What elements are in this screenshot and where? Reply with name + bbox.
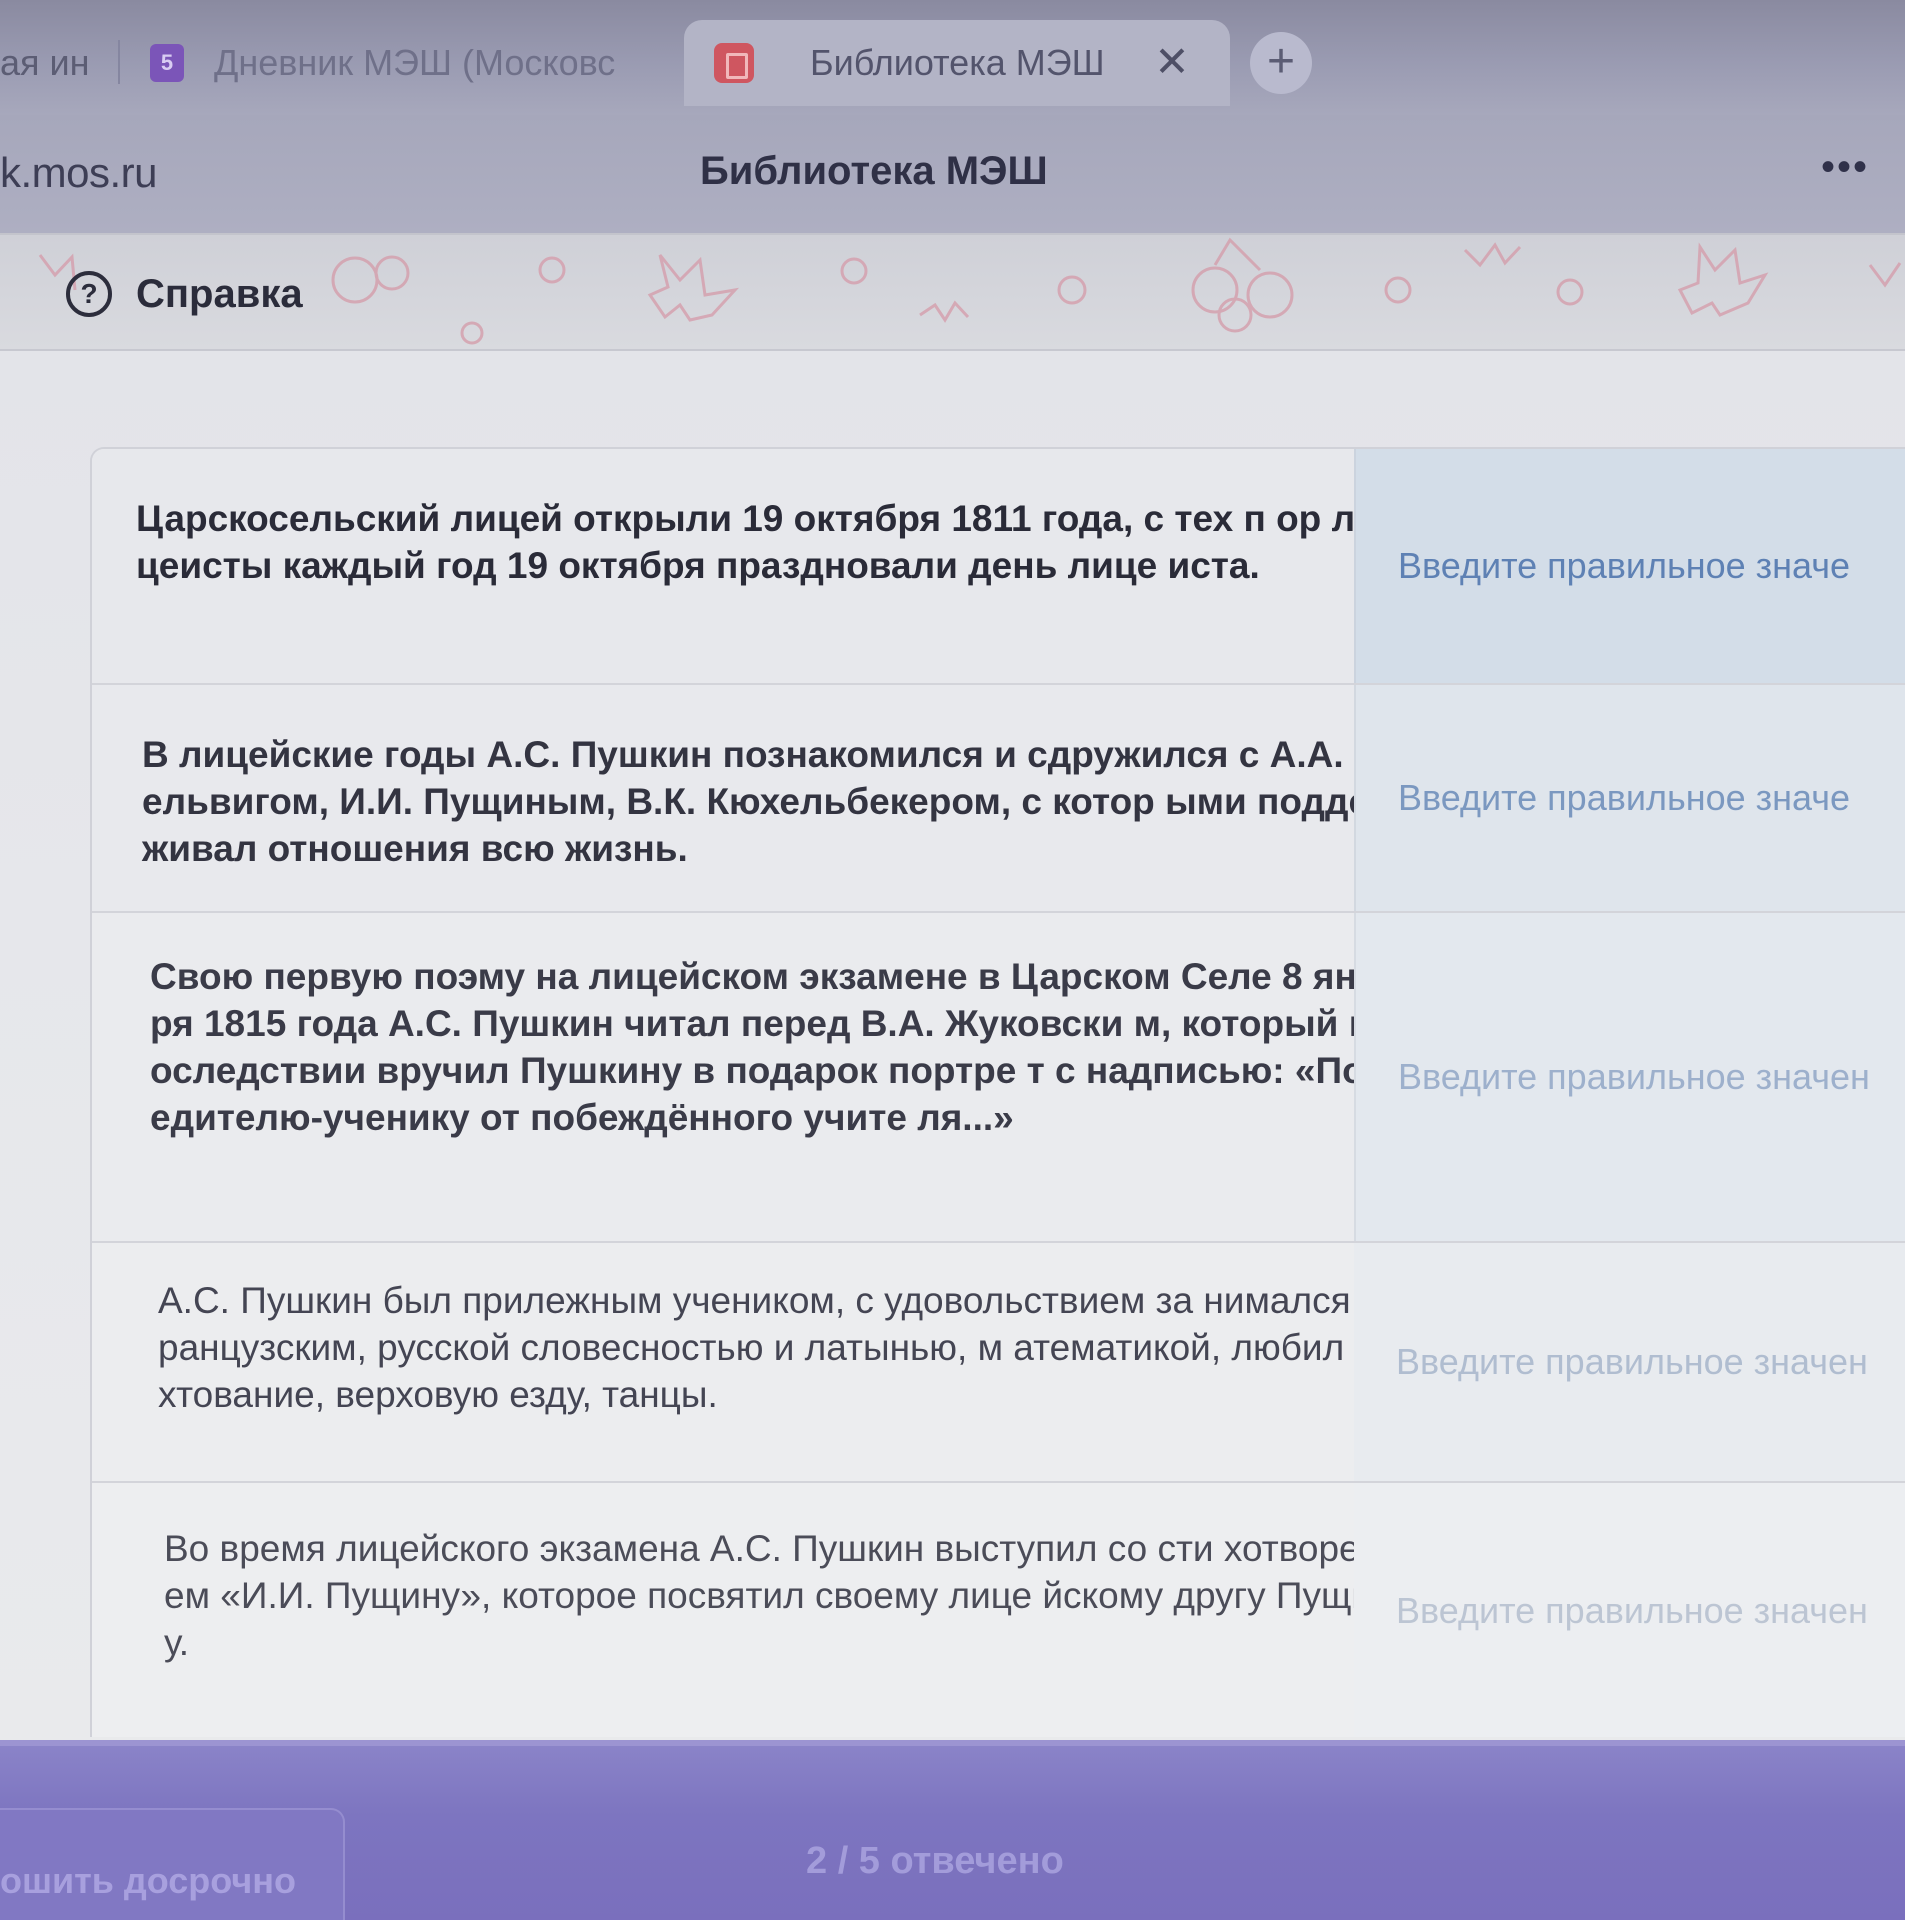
dot-icon: [538, 256, 566, 284]
answer-input[interactable]: [1356, 685, 1905, 911]
berry-icon: [331, 256, 379, 304]
tab-label: Библиотека МЭШ: [810, 42, 1105, 83]
dot-icon: [840, 257, 868, 285]
tab-library-active[interactable]: Библиотека МЭШ ✕: [684, 20, 1230, 106]
task-row: Царскосельский лицей открыли 19 октября …: [92, 449, 1905, 685]
maple-leaf-icon: [1677, 242, 1769, 317]
finish-early-label: ошить досрочно: [0, 1860, 296, 1901]
answer-input[interactable]: [1354, 1243, 1905, 1481]
task-table: Царскосельский лицей открыли 19 октября …: [90, 447, 1905, 1737]
new-tab-button[interactable]: +: [1250, 32, 1312, 94]
diary-favicon-icon: 5: [150, 44, 184, 82]
task-row: В лицейские годы А.С. Пушкин познакомилс…: [92, 685, 1905, 913]
task-statement: Во время лицейского экзамена А.С. Пушкин…: [164, 1528, 1401, 1663]
answer-input[interactable]: [1356, 913, 1905, 1241]
tab-divider: [118, 40, 120, 84]
answer-cell[interactable]: [1354, 913, 1905, 1241]
dot-icon: [1556, 278, 1584, 306]
berry-icon: [374, 255, 410, 291]
leaf-icon: [919, 300, 970, 323]
tab-label: Дневник МЭШ (Московс: [214, 42, 616, 83]
stem-icon: [1213, 237, 1262, 272]
leaf-icon: [1463, 242, 1522, 268]
more-menu-icon[interactable]: •••: [1821, 145, 1869, 190]
answered-progress-text: 2 / 5 отвечено: [806, 1840, 1064, 1882]
close-tab-icon[interactable]: ✕: [1150, 40, 1194, 84]
task-row: Свою первую поэму на лицейском экзамене …: [92, 913, 1905, 1243]
address-bar: k.mos.ru Библиотека МЭШ •••: [0, 115, 1905, 233]
finish-early-button[interactable]: ошить досрочно: [0, 1808, 345, 1920]
task-row: Во время лицейского экзамена А.С. Пушкин…: [92, 1483, 1905, 1737]
library-favicon-icon: [714, 43, 754, 83]
berry-icon: [1246, 271, 1294, 319]
tab-diary[interactable]: 5 Дневник МЭШ (Московс: [150, 22, 660, 104]
task-statement: В лицейские годы А.С. Пушкин познакомилс…: [142, 734, 1392, 869]
maple-leaf-icon: [647, 254, 740, 322]
task-row: А.С. Пушкин был прилежным учеником, с уд…: [92, 1243, 1905, 1483]
answer-input[interactable]: [1354, 1483, 1905, 1737]
leaf-icon: [1868, 262, 1902, 288]
answer-cell[interactable]: [1354, 449, 1905, 683]
answer-cell[interactable]: [1354, 1483, 1905, 1737]
help-link[interactable]: ? Справка: [66, 271, 303, 317]
page-title: Библиотека МЭШ: [700, 149, 1048, 193]
dot-icon: [1057, 275, 1087, 305]
help-label: Справка: [136, 271, 303, 316]
dot-icon: [460, 321, 484, 345]
answer-input[interactable]: [1356, 449, 1905, 683]
task-statement: Царскосельский лицей открыли 19 октября …: [136, 498, 1378, 586]
bottom-status-bar: ошить досрочно 2 / 5 отвечено: [0, 1740, 1905, 1920]
tab-partial[interactable]: ая ин: [0, 22, 112, 104]
dot-icon: [1384, 276, 1412, 304]
task-statement: Свою первую поэму на лицейском экзамене …: [150, 956, 1400, 1138]
browser-tab-strip: ая ин 5 Дневник МЭШ (Московс Библиотека …: [0, 0, 1905, 115]
tab-label: ая ин: [0, 42, 90, 83]
answer-cell[interactable]: [1354, 1243, 1905, 1481]
answer-cell[interactable]: [1354, 685, 1905, 911]
berry-icon: [1191, 266, 1239, 314]
url-text[interactable]: k.mos.ru: [0, 149, 158, 197]
question-circle-icon: ?: [66, 271, 112, 317]
task-statement: А.С. Пушкин был прилежным учеником, с уд…: [158, 1280, 1406, 1415]
berry-icon: [1217, 297, 1253, 333]
main-content: Царскосельский лицей открыли 19 октября …: [0, 351, 1905, 1751]
header-decoration-band: ? Справка: [0, 233, 1905, 351]
